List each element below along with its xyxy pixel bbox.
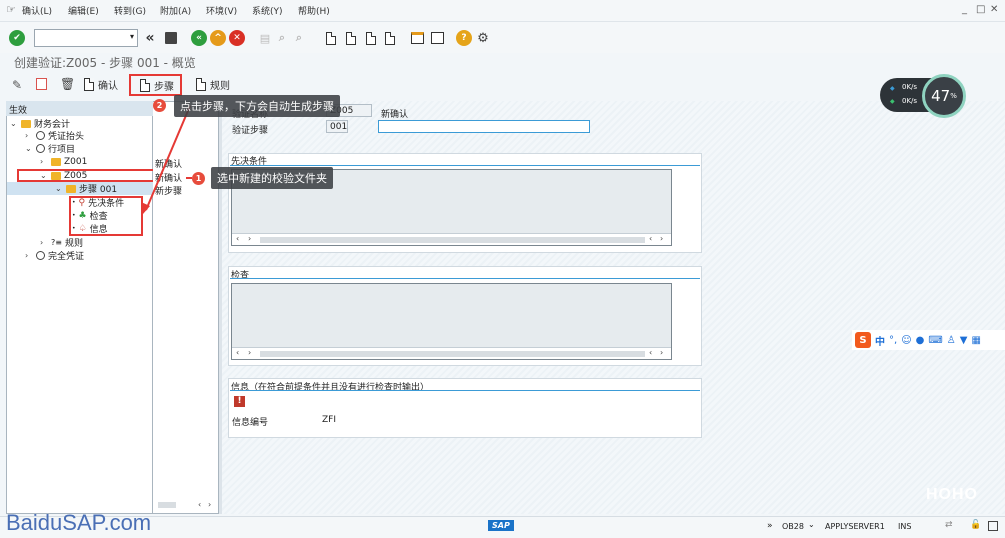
server-label: APPLYSERVER1 [825, 522, 885, 531]
punctuation-icon[interactable]: °, [889, 335, 897, 346]
user-icon[interactable]: ♙ [947, 335, 956, 346]
emoji-icon[interactable]: ☺ [901, 335, 911, 346]
lock-icon[interactable]: 🔓 [970, 520, 981, 530]
annotation-arrows [141, 105, 192, 214]
cpu-percent: 47 [931, 87, 951, 105]
status-expand-icon[interactable]: » [767, 521, 773, 531]
step1-badge: 1 [192, 172, 205, 185]
upload-icon: ◆ [890, 85, 895, 92]
sap-logo: SAP [488, 520, 514, 531]
ime-language[interactable]: 中 [875, 333, 885, 348]
corner-watermark: HOHO [926, 486, 978, 503]
keyboard-icon[interactable]: ⌨ [928, 335, 942, 346]
chevron-down-icon[interactable]: ⌄ [808, 520, 815, 529]
skin-icon[interactable]: ▼ [960, 335, 968, 346]
percent-sign: % [950, 92, 957, 100]
menu-grid-icon[interactable]: ▦ [971, 335, 980, 346]
mic-icon[interactable]: ● [916, 335, 925, 346]
layout-icon[interactable] [988, 521, 998, 531]
step2-callout: 点击步骤，下方会自动生成步骤 [174, 95, 340, 117]
arrow-line-2 [145, 105, 191, 211]
cpu-usage-gauge[interactable]: 47% [922, 74, 966, 118]
mode-label[interactable]: INS [898, 522, 911, 531]
sogou-logo: S [855, 332, 871, 348]
download-rate: 0K/s [902, 97, 918, 105]
tcode-label[interactable]: OB28 [782, 522, 804, 531]
upload-rate: 0K/s [902, 83, 918, 91]
site-watermark: BaiduSAP.com [6, 510, 152, 535]
ime-toolbar[interactable]: S 中 °, ☺ ● ⌨ ♙ ▼ ▦ [852, 330, 1005, 350]
download-icon: ◆ [890, 98, 895, 105]
connection-icon: ⇄ [945, 520, 953, 530]
step2-badge: 2 [153, 99, 166, 112]
step1-callout: 选中新建的校验文件夹 [211, 167, 333, 189]
